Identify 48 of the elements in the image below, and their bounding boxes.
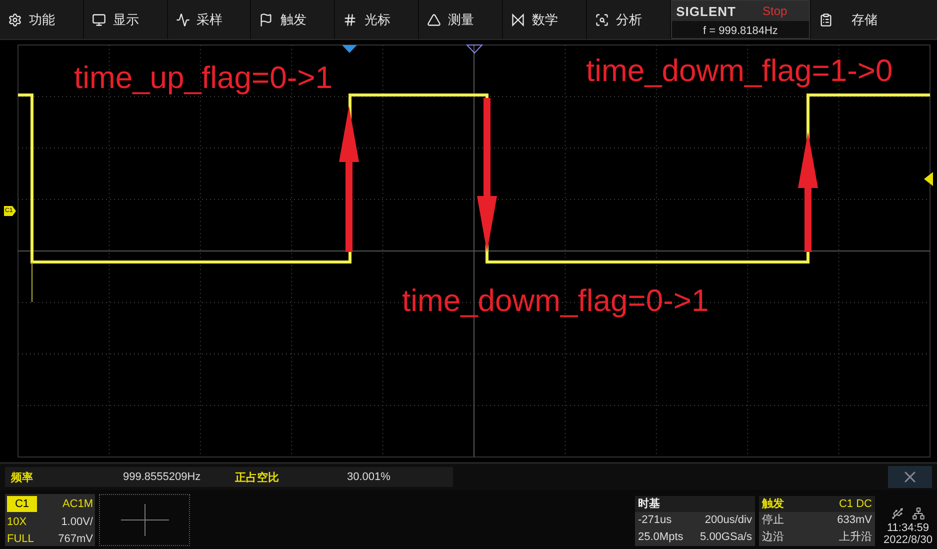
annotation-text: time_dowm_flag=0->1 [402,285,709,316]
probe-label: 10X [7,515,28,530]
clock-date: 2022/8/30 [884,534,932,546]
plus-icon [120,504,168,536]
clipboard-icon [819,12,834,26]
measure-value: 30.001% [341,467,453,487]
brand-label: SIGLENT [672,1,740,21]
add-channel-slot[interactable] [99,494,190,546]
timebase-panel[interactable]: 时基 -271us 200us/div 25.0Mpts 5.00GSa/s [635,496,755,546]
close-button[interactable] [888,466,932,488]
sample-rate: 5.00GSa/s [699,530,753,545]
monitor-icon [92,12,106,26]
trigger-title: 触发 [759,496,817,512]
channel-name: C1 [7,496,37,512]
hash-icon [343,12,358,26]
usb-icon [891,507,904,520]
trigger-source: C1 DC [817,496,875,512]
annotation-text: time_up_flag=0->1 [74,62,333,93]
timebase-title: 时基 [635,496,755,512]
vertical-scale: 1.00V/ [60,515,93,530]
bowtie-icon [510,12,525,26]
trigger-level: 633mV [836,513,873,528]
flag-icon [259,12,274,26]
trigger-panel[interactable]: 触发 C1 DC 停止 633mV 边沿 上升沿 [759,496,875,546]
clock-time: 11:34:59 [886,522,929,534]
triangle-icon [427,12,442,26]
settings-icon [8,12,22,26]
annotation-text: time_dowm_flag=1->0 [586,55,893,86]
pulse-icon [176,12,190,26]
measure-label: 频率 [5,467,117,487]
trigger-mode: 停止 [761,513,785,528]
frequency-readout: f = 999.8184Hz [702,24,779,38]
delay-value: -271us [637,513,673,528]
trigger-slope: 上升沿 [838,530,873,545]
network-icon [912,507,925,520]
trigger-position-icon[interactable] [342,45,357,53]
offset-value: 767mV [57,532,93,547]
scan-search-icon [594,12,609,26]
time-scale: 200us/div [704,513,753,528]
trigger-type: 边沿 [761,530,785,545]
measure-value: 999.8555209Hz [117,467,229,487]
trigger-level-icon[interactable] [924,172,933,186]
coupling-label: AC1M [61,497,93,512]
bandwidth-label: FULL [7,532,35,547]
memory-depth: 25.0Mpts [637,530,684,545]
measure-label: 正占空比 [229,467,341,487]
channel-panel[interactable]: C1 AC1M 10X 1.00V/ FULL 767mV [5,494,95,546]
center-marker-icon [466,44,484,54]
